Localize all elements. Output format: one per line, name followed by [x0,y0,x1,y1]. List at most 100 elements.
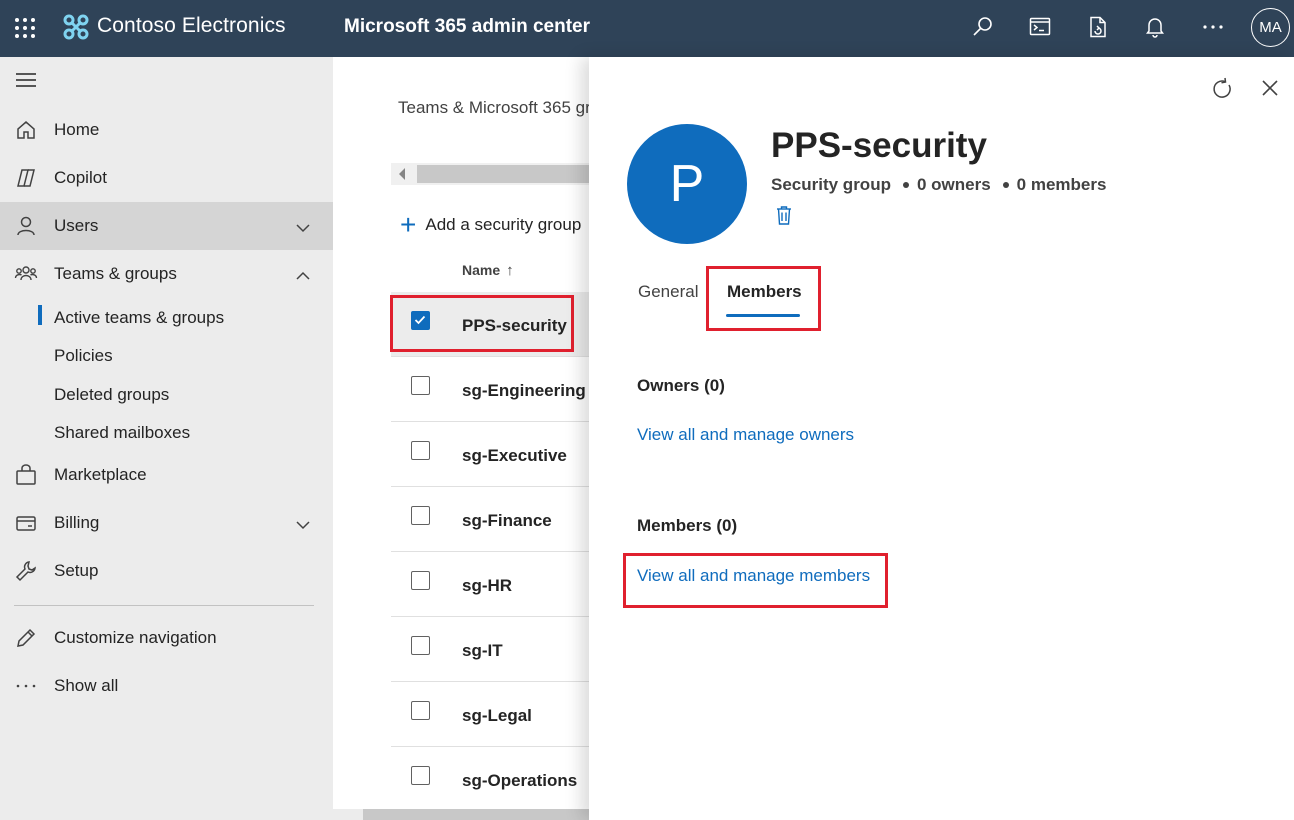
table-row[interactable]: sg-Executive [391,422,591,487]
nav-item-customize-navigation[interactable]: Customize navigation [0,614,333,662]
group-type: Security group [771,175,891,194]
owners-heading: Owners (0) [637,376,725,395]
row-name[interactable]: sg-Engineering [462,381,586,401]
row-name[interactable]: sg-HR [462,576,512,596]
members-heading: Members (0) [637,516,738,535]
manage-members-link[interactable]: View all and manage members [637,566,870,586]
bottom-scrollbar[interactable] [333,809,594,820]
more-icon [14,674,38,698]
notification-bell-icon[interactable] [1142,14,1168,40]
app-title[interactable]: Microsoft 365 admin center [344,16,590,38]
nav-item-marketplace[interactable]: Marketplace [0,451,333,499]
sub-item-policies[interactable]: Policies [54,346,113,366]
row-name[interactable]: sg-IT [462,641,503,661]
scroll-left-arrow-icon[interactable] [399,168,405,180]
row-checkbox[interactable] [411,766,430,785]
refresh-icon[interactable] [1210,77,1234,106]
teams-groups-icon [14,262,38,286]
nav-item-copilot[interactable]: Copilot [0,154,333,202]
table-row[interactable]: sg-IT [391,617,591,682]
nav-item-home[interactable]: Home [0,106,333,154]
separator-dot [1002,182,1009,188]
delete-group-trash-icon[interactable] [776,205,792,230]
row-name[interactable]: sg-Legal [462,706,532,726]
row-checkbox[interactable] [411,636,430,655]
nav-item-label: Billing [54,513,100,532]
tab-members[interactable]: Members [727,282,802,302]
separator-dot [902,182,909,188]
contoso-logo-icon [62,13,90,41]
nav-item-label: Users [54,216,99,235]
scrollbar-thumb[interactable] [417,165,591,183]
table-row[interactable]: sg-Finance [391,487,591,552]
table-row[interactable]: sg-HR [391,552,591,617]
manage-owners-link[interactable]: View all and manage owners [637,425,854,445]
more-options-icon[interactable] [1200,14,1226,40]
sort-ascending-icon: ↑ [506,262,514,279]
shopping-bag-icon [14,463,38,487]
sub-item-shared-mailboxes[interactable]: Shared mailboxes [54,423,190,443]
row-name[interactable]: PPS-security [462,316,567,336]
breadcrumb: Teams & Microsoft 365 gr [398,98,591,117]
add-security-group-label: Add a security group [425,215,582,234]
hamburger-menu-icon[interactable] [16,73,36,92]
members-count: 0 members [1016,175,1107,194]
row-checkbox[interactable] [411,441,430,460]
nav-item-label: Marketplace [54,465,147,484]
search-icon[interactable] [970,14,996,40]
row-name[interactable]: sg-Executive [462,446,567,466]
chevron-down-icon[interactable] [295,515,311,535]
horizontal-scrollbar[interactable] [391,163,591,185]
nav-item-label: Setup [54,561,99,580]
app-launcher-icon[interactable] [12,15,38,41]
nav-item-show-all[interactable]: Show all [0,662,333,710]
nav-item-label: Customize navigation [54,628,217,647]
group-details-panel: P PPS-security Security group 0 owners 0… [589,57,1294,820]
top-bar: Contoso Electronics Microsoft 365 admin … [0,0,1294,57]
chevron-down-icon[interactable] [295,218,311,238]
row-name[interactable]: sg-Operations [462,771,577,791]
nav-item-label: Home [54,120,100,139]
left-navigation: Home Copilot Users Teams & groups Active… [0,57,333,820]
table-row[interactable]: PPS-security [391,292,591,357]
tab-general[interactable]: General [638,282,698,302]
user-avatar[interactable]: MA [1251,8,1290,47]
nav-divider [14,605,314,606]
user-icon [14,214,38,238]
column-header-name[interactable]: Name ↑ [462,262,514,279]
sub-item-active-teams-groups[interactable]: Active teams & groups [54,308,224,328]
row-checkbox[interactable] [411,376,430,395]
chevron-up-icon[interactable] [295,266,311,286]
group-avatar: P [627,124,747,244]
terminal-icon[interactable] [1027,14,1053,40]
nav-item-teams-groups[interactable]: Teams & groups [0,250,333,298]
nav-item-billing[interactable]: Billing [0,499,333,547]
table-row[interactable]: sg-Engineering [391,357,591,422]
row-checkbox[interactable] [411,506,430,525]
row-name[interactable]: sg-Finance [462,511,552,531]
row-checkbox[interactable] [411,701,430,720]
nav-item-label: Teams & groups [54,264,177,283]
pencil-icon [14,626,38,650]
plus-icon: + [400,209,417,240]
sub-item-deleted-groups[interactable]: Deleted groups [54,385,169,405]
nav-item-setup[interactable]: Setup [0,547,333,595]
wrench-icon [14,559,38,583]
owners-count: 0 owners [916,175,991,194]
table-row[interactable]: sg-Legal [391,682,591,747]
document-sync-icon[interactable] [1085,14,1111,40]
nav-item-label: Copilot [54,168,107,187]
add-security-group-button[interactable]: + Add a security group [400,209,582,240]
group-meta: Security group 0 owners 0 members [771,175,1106,195]
home-icon [14,118,38,142]
table-row[interactable]: sg-Operations [391,747,591,812]
scrollbar-thumb[interactable] [363,809,594,820]
row-checkbox[interactable] [411,571,430,590]
active-indicator [38,305,42,325]
billing-card-icon [14,511,38,535]
close-icon[interactable] [1261,79,1279,102]
nav-item-users[interactable]: Users [0,202,333,250]
row-checkbox[interactable] [411,311,430,330]
group-title: PPS-security [771,126,987,165]
org-name[interactable]: Contoso Electronics [97,14,286,38]
